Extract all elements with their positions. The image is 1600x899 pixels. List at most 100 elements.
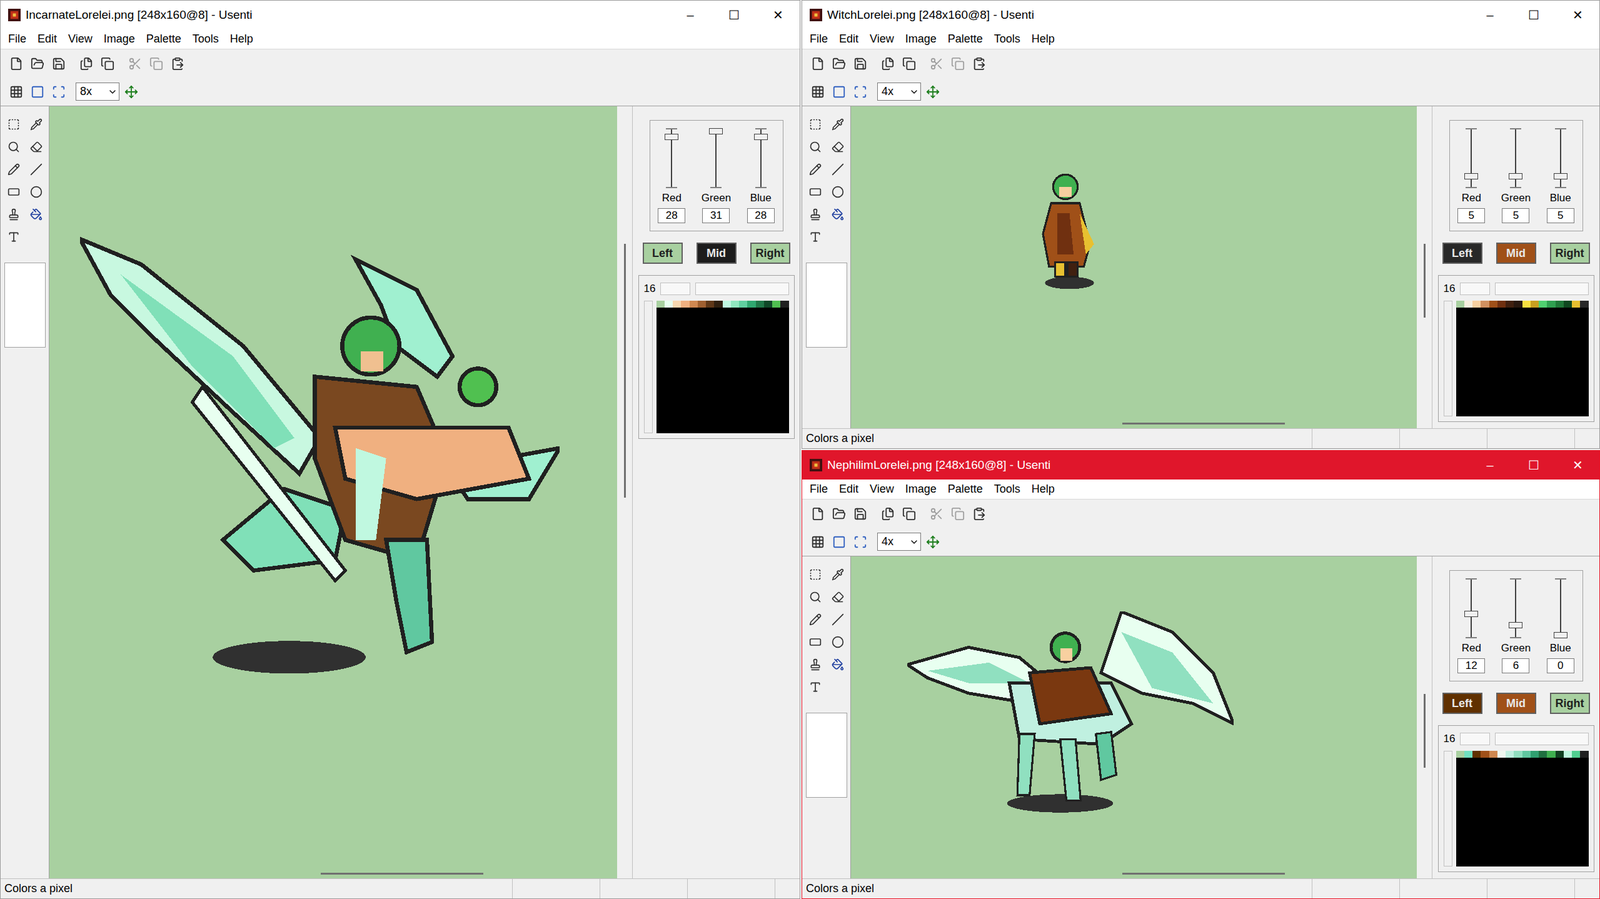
palette-swatch[interactable] — [1505, 300, 1514, 308]
copy-icon[interactable] — [948, 54, 968, 74]
color-slider[interactable]: Red5 — [1457, 128, 1485, 224]
color-slider[interactable]: Blue28 — [747, 128, 775, 224]
palette-swatch[interactable] — [1513, 750, 1522, 758]
menu-item[interactable]: Edit — [37, 30, 57, 48]
palette-swatch[interactable] — [1497, 300, 1506, 308]
slider-handle[interactable] — [1508, 622, 1523, 629]
palette-swatch[interactable] — [780, 300, 789, 308]
menu-item[interactable]: File — [809, 480, 828, 498]
palette-swatch[interactable] — [705, 300, 715, 308]
slider-value[interactable]: 28 — [747, 208, 775, 224]
palette-swatch[interactable] — [1563, 750, 1572, 758]
palette-swatch[interactable] — [1571, 750, 1580, 758]
grid-icon[interactable] — [808, 532, 828, 552]
eyedropper-icon[interactable] — [26, 115, 46, 134]
zoom-select[interactable]: 4x — [877, 82, 921, 101]
canvas[interactable] — [850, 106, 1417, 429]
app-window[interactable]: WitchLorelei.png [248x160@8] - Usenti–☐✕… — [801, 0, 1600, 449]
palette-swatch[interactable] — [1546, 300, 1555, 308]
grid-icon[interactable] — [6, 82, 26, 102]
menu-item[interactable]: Help — [230, 30, 254, 48]
palette-swatch[interactable] — [1522, 300, 1531, 308]
palette-swatch[interactable] — [772, 300, 781, 308]
palette-swatch[interactable] — [1472, 300, 1481, 308]
palette-swatch[interactable] — [1480, 300, 1489, 308]
vertical-scrollbar[interactable] — [617, 106, 633, 879]
paste-icon[interactable] — [969, 504, 989, 524]
rectangle-icon[interactable] — [4, 182, 24, 202]
menu-item[interactable]: Tools — [994, 30, 1021, 48]
fit-icon[interactable] — [850, 532, 870, 552]
menu-item[interactable]: Palette — [146, 30, 182, 48]
slider-value[interactable]: 6 — [1501, 658, 1530, 674]
palette-swatch[interactable] — [689, 300, 698, 308]
slider-handle[interactable] — [1464, 610, 1479, 618]
color-slider[interactable]: Red12 — [1457, 578, 1485, 674]
palette-swatch[interactable] — [1497, 750, 1506, 758]
eyedropper-icon[interactable] — [828, 115, 848, 134]
palette-swatch[interactable] — [1571, 300, 1580, 308]
menu-item[interactable]: Tools — [994, 480, 1021, 498]
mouse-color-button[interactable]: Left — [1442, 692, 1483, 715]
palette-swatch[interactable] — [1546, 750, 1555, 758]
menu-item[interactable]: Edit — [839, 480, 859, 498]
slider-value[interactable]: 31 — [702, 208, 730, 224]
cut-icon[interactable] — [927, 504, 946, 524]
zoom-icon[interactable] — [805, 587, 825, 607]
app-window[interactable]: IncarnateLorelei.png [248x160@8] - Usent… — [0, 0, 801, 899]
mouse-color-button[interactable]: Left — [642, 242, 683, 264]
stamp-icon[interactable] — [805, 655, 825, 675]
horizontal-scroll-thumb[interactable] — [320, 872, 484, 875]
zoom-icon[interactable] — [805, 137, 825, 157]
mouse-color-button[interactable]: Left — [1442, 242, 1483, 264]
eraser-icon[interactable] — [828, 137, 848, 157]
ellipse-icon[interactable] — [26, 182, 46, 202]
new-icon[interactable] — [808, 54, 828, 74]
mouse-color-button[interactable]: Right — [1549, 242, 1590, 264]
new-icon[interactable] — [6, 54, 26, 74]
canvas[interactable] — [850, 556, 1417, 879]
move-icon[interactable] — [923, 82, 943, 102]
window-control[interactable]: – — [1468, 450, 1512, 480]
export-icon[interactable] — [899, 504, 919, 524]
export-icon[interactable] — [899, 54, 919, 74]
canvas[interactable] — [49, 106, 618, 879]
fill-icon[interactable] — [26, 205, 46, 224]
grid-icon[interactable] — [808, 82, 828, 102]
paste-icon[interactable] — [969, 54, 989, 74]
import-icon[interactable] — [878, 54, 898, 74]
line-icon[interactable] — [828, 160, 848, 179]
zoom-select[interactable]: 8x — [75, 82, 120, 101]
menu-item[interactable]: Help — [1031, 30, 1055, 48]
menu-item[interactable]: View — [68, 30, 93, 48]
slider-handle[interactable] — [1553, 173, 1568, 180]
line-icon[interactable] — [26, 160, 46, 179]
stamp-icon[interactable] — [805, 205, 825, 224]
select-icon[interactable] — [4, 115, 24, 134]
slider-value[interactable]: 28 — [657, 208, 686, 224]
palette-swatch[interactable] — [1489, 300, 1498, 308]
palette-swatch[interactable] — [1579, 750, 1589, 758]
slider-handle[interactable] — [1508, 173, 1523, 180]
save-icon[interactable] — [850, 54, 870, 74]
rectangle-icon[interactable] — [805, 632, 825, 652]
palette-swatch[interactable] — [1579, 300, 1589, 308]
palette-swatch[interactable] — [1530, 750, 1539, 758]
open-icon[interactable] — [28, 54, 47, 74]
menu-item[interactable]: Tools — [192, 30, 219, 48]
slider-handle[interactable] — [1553, 632, 1568, 639]
fit-icon[interactable] — [49, 82, 69, 102]
color-slider[interactable]: Blue0 — [1546, 578, 1575, 674]
fill-icon[interactable] — [828, 205, 848, 224]
palette-swatch[interactable] — [1555, 750, 1564, 758]
palette-swatch[interactable] — [1530, 300, 1539, 308]
move-icon[interactable] — [121, 82, 141, 102]
menu-item[interactable]: File — [809, 30, 828, 48]
app-window[interactable]: NephilimLorelei.png [248x160@8] - Usenti… — [801, 450, 1600, 899]
mouse-color-button[interactable]: Right — [750, 242, 791, 264]
palette-grid[interactable] — [1456, 300, 1589, 418]
palette-swatch[interactable] — [730, 300, 740, 308]
horizontal-scroll-thumb[interactable] — [1122, 872, 1285, 875]
copy-icon[interactable] — [948, 504, 968, 524]
palette-swatch[interactable] — [697, 300, 706, 308]
